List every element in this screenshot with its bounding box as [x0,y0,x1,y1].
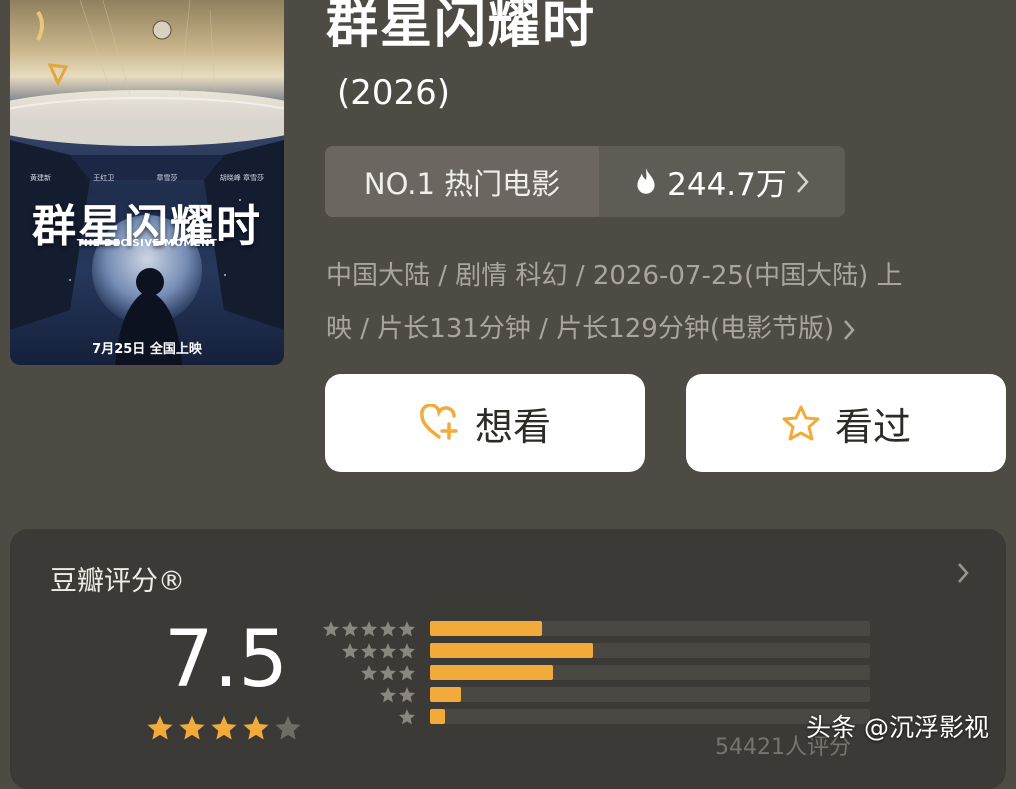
row-stars [320,620,416,638]
poster-credit: 胡晓峰 章雪莎 [219,174,264,182]
seen-button[interactable]: 看过 [686,374,1006,472]
wish-button[interactable]: 想看 [325,374,645,472]
ranking-bar[interactable]: NO.1 热门电影 244.7万 [325,146,845,217]
distribution-bar-track [430,665,870,680]
meta-line-text: 映 / 片长131分钟 / 片长129分钟(电影节版) [326,314,835,344]
star-icon [398,620,416,636]
heat-indicator[interactable]: 244.7万 [599,146,845,217]
star-icon [379,620,397,636]
star-icon [211,715,237,740]
row-stars [320,642,416,660]
star-icon [275,715,301,740]
star-icon [398,708,416,724]
star-icon [360,664,378,680]
star-icon [147,715,173,740]
distribution-row [320,619,870,638]
star-icon [341,642,359,658]
poster-credit: 章雪莎 [156,174,178,182]
score-stars [146,714,302,742]
star-icon [322,620,340,636]
wish-label: 想看 [474,404,551,449]
chevron-right-icon [844,319,855,340]
distribution-bar-track [430,621,870,636]
star-icon [179,715,205,740]
meta-line-2: 映 / 片长131分钟 / 片长129分钟(电影节版) [326,303,996,356]
distribution-bar [430,621,543,636]
distribution-bar [430,643,593,658]
star-icon [379,664,397,680]
star-icon [360,620,378,636]
distribution-bar [430,687,461,702]
distribution-row [320,707,870,726]
distribution-row [320,641,870,660]
star-icon [341,620,359,636]
star-icon [379,642,397,658]
meta-line: 中国大陆 / 剧情 科幻 / 2026-07-25(中国大陆) 上 [326,261,903,291]
chevron-right-icon[interactable] [956,561,970,585]
rating-card[interactable]: 豆瓣评分® 7.5 54421人评分 [10,529,1006,789]
poster-subtitle: THE DECISIVE MOMENT [76,238,218,249]
poster-credit: 黄建新 [30,174,51,182]
star-outline-icon [782,405,820,441]
chevron-right-icon [796,170,809,193]
star-icon [398,686,416,702]
star-icon [398,642,416,658]
fire-icon [637,167,655,194]
row-stars [320,664,416,682]
distribution-bar-track [430,709,870,724]
star-icon [243,715,269,740]
distribution-bar [430,709,446,724]
movie-meta[interactable]: 中国大陆 / 剧情 科幻 / 2026-07-25(中国大陆) 上 映 / 片长… [326,250,996,356]
poster-credits: 黄建新 王红卫 章雪莎 胡晓峰 章雪莎 [30,173,264,183]
row-stars [320,686,416,704]
watermark: 头条 @沉浮影视 [806,713,989,742]
rating-score: 7.5 [164,615,289,705]
distribution-bar [430,665,554,680]
distribution-row [320,663,870,682]
movie-year: (2026) [337,73,451,113]
poster-credit: 王红卫 [93,174,115,182]
star-icon [360,642,378,658]
distribution-bar-track [430,687,870,702]
rating-label: 豆瓣评分® [50,566,185,597]
poster-release-date: 7月25日 全国上映 [92,342,202,357]
movie-poster[interactable]: 黄建新 王红卫 章雪莎 胡晓峰 章雪莎 群星闪耀时 THE DECISIVE M… [10,0,284,365]
heat-value: 244.7万 [667,167,787,203]
star-icon [398,664,416,680]
distribution-bar-track [430,643,870,658]
star-icon [379,686,397,702]
row-stars [320,708,416,726]
rank-label: NO.1 热门电影 [325,146,599,217]
seen-label: 看过 [834,404,911,449]
movie-title: 群星闪耀时 [326,0,597,55]
distribution-row [320,685,870,704]
heart-plus-icon [420,404,458,440]
